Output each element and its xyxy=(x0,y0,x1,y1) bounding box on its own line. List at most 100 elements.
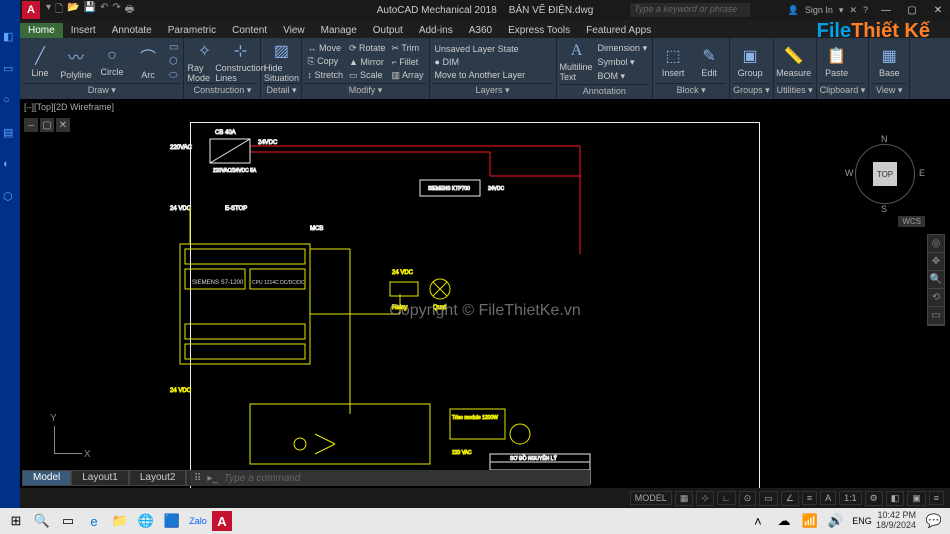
status-ortho-icon[interactable]: ∟ xyxy=(717,491,736,505)
arc-button[interactable]: ⌒Arc xyxy=(131,44,165,80)
qat-undo-icon[interactable]: ↶ xyxy=(100,2,108,19)
tab-annotate[interactable]: Annotate xyxy=(104,23,160,38)
signin-link[interactable]: Sign In xyxy=(805,5,833,15)
fillet-button[interactable]: ⌐ Fillet xyxy=(390,56,426,68)
zalo-icon[interactable]: Zalo xyxy=(186,510,210,532)
help-search-input[interactable]: Type a keyword or phrase xyxy=(630,3,750,17)
qat-open-icon[interactable]: 📂 xyxy=(67,2,79,19)
sidebar-icon[interactable]: ▤ xyxy=(3,126,17,140)
status-custom-icon[interactable]: ≡ xyxy=(929,491,944,505)
sidebar-icon[interactable]: ▭ xyxy=(3,62,17,76)
stretch-button[interactable]: ↕ Stretch xyxy=(305,69,345,81)
panel-label[interactable]: Construction ▾ xyxy=(187,83,257,97)
minimize-button[interactable]: — xyxy=(874,1,898,19)
layout-tab-layout2[interactable]: Layout2 xyxy=(129,470,187,486)
close-button[interactable]: ✕ xyxy=(926,1,950,19)
panel-label[interactable]: Groups ▾ xyxy=(733,83,770,97)
sidebar-icon[interactable]: ⬡ xyxy=(3,190,17,204)
nav-zoom-icon[interactable]: 🔍 xyxy=(928,271,944,289)
status-model[interactable]: MODEL xyxy=(630,491,672,505)
paste-button[interactable]: 📋Paste xyxy=(820,46,854,78)
qat-icon[interactable]: ▾ xyxy=(46,2,51,19)
nav-orbit-icon[interactable]: ⟲ xyxy=(928,289,944,307)
layout-tab-model[interactable]: Model xyxy=(22,470,71,486)
panel-label[interactable]: Draw ▾ xyxy=(23,83,180,97)
tab-addins[interactable]: Add-ins xyxy=(411,23,461,38)
command-input[interactable]: Type a command xyxy=(224,473,301,484)
viewcube[interactable]: TOP N S E W WCS xyxy=(845,134,925,214)
tray-cloud-icon[interactable]: ☁ xyxy=(772,510,796,532)
wcs-label[interactable]: WCS xyxy=(898,216,925,227)
tab-featured[interactable]: Featured Apps xyxy=(578,23,659,38)
group-button[interactable]: ▣Group xyxy=(733,46,767,78)
app-logo[interactable]: A xyxy=(22,1,40,19)
status-anno-icon[interactable]: A xyxy=(820,491,836,505)
taskbar-app-icon[interactable]: 🌐 xyxy=(134,510,158,532)
circle-button[interactable]: ○Circle xyxy=(95,47,129,77)
action-center-icon[interactable]: 💬 xyxy=(922,510,946,532)
bom-button[interactable]: BOM ▾ xyxy=(596,70,650,83)
tab-content[interactable]: Content xyxy=(224,23,275,38)
status-scale-icon[interactable]: 1:1 xyxy=(839,491,862,505)
trim-button[interactable]: ✂ Trim xyxy=(390,42,426,55)
editblock-button[interactable]: ✎Edit xyxy=(692,46,726,78)
nav-wheel-icon[interactable]: ◎ xyxy=(928,235,944,253)
panel-label[interactable]: Clipboard ▾ xyxy=(820,83,866,97)
move-button[interactable]: ↔ Move xyxy=(305,42,345,54)
qat-print-icon[interactable]: 🖶 xyxy=(125,2,134,19)
autocad-icon[interactable]: A xyxy=(212,511,232,531)
tab-manage[interactable]: Manage xyxy=(313,23,365,38)
panel-label[interactable]: Block ▾ xyxy=(656,83,726,97)
status-gear-icon[interactable]: ⚙ xyxy=(865,491,883,506)
taskbar-app-icon[interactable]: 🟦 xyxy=(160,510,184,532)
search-icon[interactable]: 🔍 xyxy=(30,510,54,532)
array-button[interactable]: ▥ Array xyxy=(390,69,426,82)
help-icon[interactable]: ? xyxy=(863,5,868,15)
start-button[interactable]: ⊞ xyxy=(4,510,28,532)
polyline-button[interactable]: 〰Polyline xyxy=(59,44,93,80)
layout-tab-layout1[interactable]: Layout1 xyxy=(71,470,129,486)
copy-button[interactable]: ⎘ Copy xyxy=(305,55,345,68)
mtext-button[interactable]: AMultiline Text xyxy=(560,42,594,82)
qat-new-icon[interactable]: 🗋 xyxy=(55,2,63,19)
maximize-button[interactable]: ▢ xyxy=(900,1,924,19)
movetolayer-button[interactable]: Move to Another Layer xyxy=(433,69,553,81)
tab-home[interactable]: Home xyxy=(20,23,63,38)
user-icon[interactable]: 👤 xyxy=(788,5,799,16)
sidebar-icon[interactable]: ◐ xyxy=(3,158,17,172)
status-osnap-icon[interactable]: ▭ xyxy=(759,491,778,506)
tab-insert[interactable]: Insert xyxy=(63,23,104,38)
layerstate-dropdown[interactable]: Unsaved Layer State xyxy=(433,43,553,55)
viewport-label[interactable]: [–][Top][2D Wireframe] xyxy=(20,100,950,114)
sidebar-icon[interactable]: ◧ xyxy=(3,30,17,44)
edge-icon[interactable]: e xyxy=(82,510,106,532)
status-grid-icon[interactable]: ▦ xyxy=(675,491,694,506)
nav-showmotion-icon[interactable]: ▭ xyxy=(928,307,944,325)
tray-lang-icon[interactable]: ENG xyxy=(850,510,874,532)
rotate-button[interactable]: ⟳ Rotate xyxy=(347,42,388,55)
panel-label[interactable]: Layers ▾ xyxy=(433,83,553,97)
panel-label[interactable]: Annotation xyxy=(560,84,650,97)
qat-save-icon[interactable]: 💾 xyxy=(84,2,96,19)
qat-redo-icon[interactable]: ↷ xyxy=(112,2,120,19)
draw-extra-icon[interactable]: ⬡ xyxy=(167,55,180,68)
nav-pan-icon[interactable]: ✥ xyxy=(928,253,944,271)
status-snap-icon[interactable]: ⊹ xyxy=(696,491,714,506)
constlines-button[interactable]: ⊹Construction Lines xyxy=(223,41,257,83)
tray-wifi-icon[interactable]: 📶 xyxy=(798,510,822,532)
tab-express[interactable]: Express Tools xyxy=(500,23,578,38)
panel-label[interactable]: Utilities ▾ xyxy=(777,83,813,97)
line-button[interactable]: ╱Line xyxy=(23,46,57,78)
panel-label[interactable]: Modify ▾ xyxy=(305,83,425,97)
tab-view[interactable]: View xyxy=(275,23,313,38)
insertblock-button[interactable]: ⬚Insert xyxy=(656,46,690,78)
command-line[interactable]: ⠿ ▸_ Type a command xyxy=(190,470,590,486)
layer-dropdown[interactable]: ● DIM xyxy=(433,56,553,68)
system-clock[interactable]: 10:42 PM 18/9/2024 xyxy=(876,511,920,531)
symbol-button[interactable]: Symbol ▾ xyxy=(596,56,650,69)
scale-button[interactable]: ▭ Scale xyxy=(347,69,388,82)
sidebar-icon[interactable]: ○ xyxy=(3,94,17,108)
cmd-handle-icon[interactable]: ⠿ xyxy=(194,473,201,484)
panel-label[interactable]: Detail ▾ xyxy=(264,83,298,97)
mirror-button[interactable]: ▲ Mirror xyxy=(347,56,388,68)
